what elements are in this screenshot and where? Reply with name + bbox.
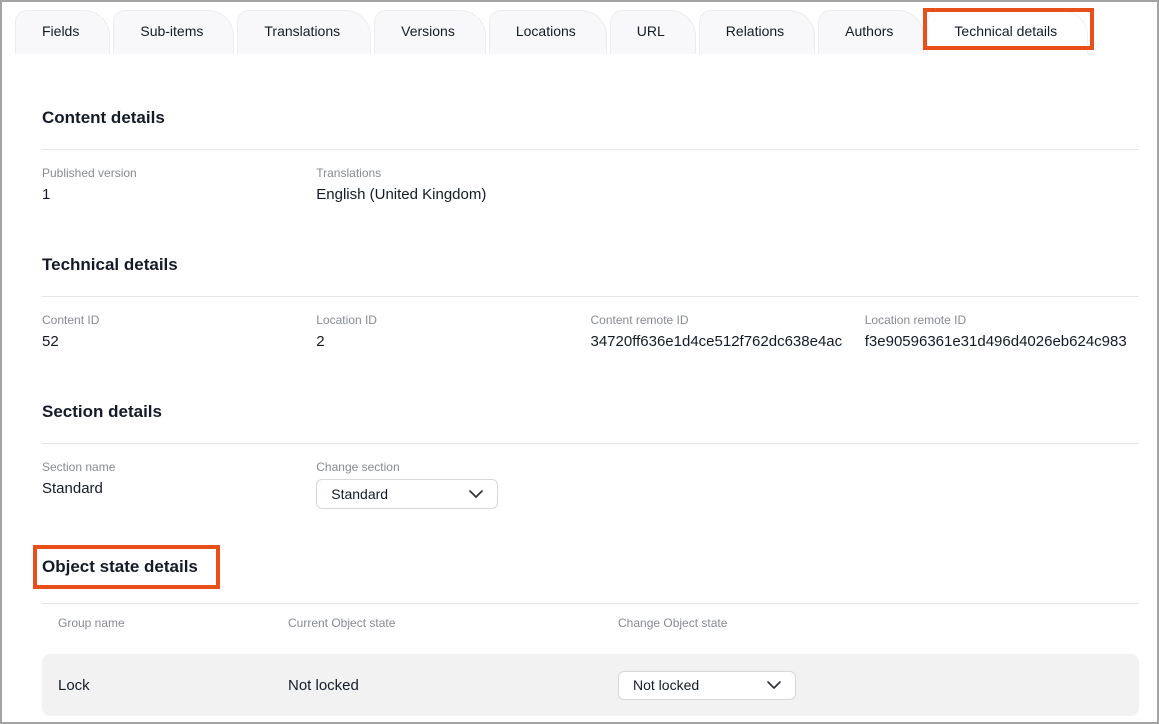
- section-object-state-details: Object state details Group name Current …: [42, 545, 1139, 716]
- tab-label: Translations: [264, 23, 340, 39]
- chevron-down-icon: [767, 681, 781, 689]
- field-published-version: Published version 1: [42, 166, 316, 204]
- cell-group-name: Lock: [42, 677, 288, 694]
- field-label: Location ID: [316, 313, 590, 327]
- chevron-down-icon: [469, 490, 483, 498]
- annotation-rectangle: Object state details: [33, 545, 220, 589]
- tab-authors[interactable]: Authors: [818, 10, 924, 54]
- tab-technical-details[interactable]: Technical details: [927, 10, 1088, 54]
- tab-translations[interactable]: Translations: [237, 10, 371, 54]
- field-value: English (United Kingdom): [316, 185, 590, 204]
- field-label: Content remote ID: [591, 313, 865, 327]
- field-value: 1: [42, 185, 316, 204]
- tab-url[interactable]: URL: [610, 10, 696, 54]
- field-label: Content ID: [42, 313, 316, 327]
- dropdown-selected-value: Standard: [331, 486, 388, 502]
- column-header-current-object-state: Current Object state: [288, 616, 618, 630]
- field-location-id: Location ID 2: [316, 313, 590, 351]
- tab-fields[interactable]: Fields: [15, 10, 110, 54]
- divider: [42, 149, 1139, 150]
- change-object-state-dropdown[interactable]: Not locked: [618, 671, 796, 700]
- field-location-remote-id: Location remote ID f3e90596361e31d496d40…: [865, 313, 1139, 351]
- field-value: 2: [316, 332, 590, 351]
- section-technical-details: Technical details Content ID 52 Location…: [42, 254, 1139, 351]
- section-section-details: Section details Section name Standard Ch…: [42, 401, 1139, 509]
- field-change-section: Change section Standard: [316, 460, 590, 509]
- section-details-heading: Section details: [42, 401, 1139, 423]
- object-state-table: Group name Current Object state Change O…: [42, 603, 1139, 716]
- divider: [42, 296, 1139, 297]
- tab-label: Fields: [42, 23, 79, 39]
- cell-current-object-state: Not locked: [288, 677, 618, 694]
- dropdown-selected-value: Not locked: [633, 677, 699, 693]
- section-content-details: Content details Published version 1 Tran…: [42, 107, 1139, 204]
- tab-versions[interactable]: Versions: [374, 10, 486, 54]
- tab-sub-items[interactable]: Sub-items: [113, 10, 234, 54]
- tab-label: Sub-items: [140, 23, 203, 39]
- field-label: Section name: [42, 460, 316, 474]
- tab-bar: Fields Sub-items Translations Versions L…: [2, 2, 1157, 54]
- object-state-details-heading: Object state details: [42, 556, 198, 578]
- tab-label: Authors: [845, 23, 893, 39]
- field-value: 34720ff636e1d4ce512f762dc638e4ac: [591, 332, 865, 351]
- field-section-name: Section name Standard: [42, 460, 316, 509]
- tab-label: Relations: [726, 23, 784, 39]
- field-value: 52: [42, 332, 316, 351]
- tab-relations[interactable]: Relations: [699, 10, 815, 54]
- field-content-remote-id: Content remote ID 34720ff636e1d4ce512f76…: [591, 313, 865, 351]
- column-header-change-object-state: Change Object state: [618, 616, 1139, 630]
- field-label: Location remote ID: [865, 313, 1139, 327]
- tab-locations[interactable]: Locations: [489, 10, 607, 54]
- field-content-id: Content ID 52: [42, 313, 316, 351]
- table-header-row: Group name Current Object state Change O…: [42, 604, 1139, 654]
- change-section-dropdown[interactable]: Standard: [316, 479, 498, 509]
- technical-details-heading: Technical details: [42, 254, 1139, 276]
- field-value: Standard: [42, 479, 316, 498]
- divider: [42, 443, 1139, 444]
- field-translations: Translations English (United Kingdom): [316, 166, 590, 204]
- field-label: Translations: [316, 166, 590, 180]
- content-details-heading: Content details: [42, 107, 1139, 129]
- tab-label: URL: [637, 23, 665, 39]
- field-label: Published version: [42, 166, 316, 180]
- field-label: Change section: [316, 460, 590, 474]
- tab-label: Technical details: [954, 23, 1057, 39]
- technical-details-page: Fields Sub-items Translations Versions L…: [0, 0, 1159, 724]
- field-value: f3e90596361e31d496d4026eb624c983: [865, 332, 1139, 351]
- tab-label: Versions: [401, 23, 455, 39]
- tab-label: Locations: [516, 23, 576, 39]
- column-header-group-name: Group name: [42, 616, 288, 630]
- tab-panel-technical-details: Content details Published version 1 Tran…: [2, 107, 1157, 716]
- table-row: Lock Not locked Not locked: [42, 654, 1139, 716]
- cell-change-object-state: Not locked: [618, 671, 1139, 700]
